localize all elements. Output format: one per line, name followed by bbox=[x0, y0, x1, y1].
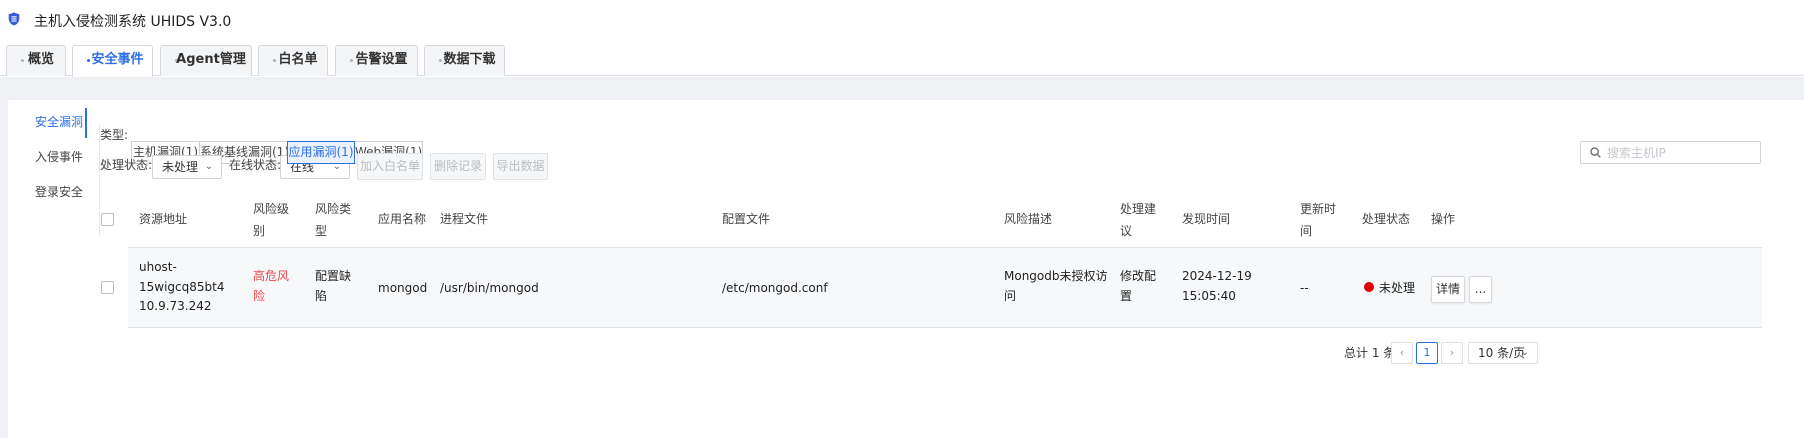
col-updated-time: 更新时间 bbox=[1300, 202, 1337, 238]
col-app-name: 应用名称 bbox=[378, 212, 427, 226]
sidebar-item-label: 入侵事件 bbox=[35, 150, 84, 164]
prev-page-button[interactable]: ‹ bbox=[1391, 342, 1413, 364]
col-process-file: 进程文件 bbox=[440, 212, 489, 226]
row-checkbox[interactable] bbox=[101, 281, 114, 294]
tab-security-events[interactable]: 安全事件 bbox=[72, 45, 153, 77]
col-risk-type: 风险类型 bbox=[315, 202, 352, 238]
col-operations: 操作 bbox=[1431, 212, 1456, 226]
cell-process-file: /usr/bin/mongod bbox=[440, 281, 539, 295]
sidebar-item-intrusion-events[interactable]: 入侵事件 bbox=[28, 142, 100, 172]
process-status-value: 未处理 bbox=[162, 160, 199, 174]
more-actions-button[interactable]: ... bbox=[1469, 276, 1492, 303]
cell-updated-time: -- bbox=[1300, 281, 1309, 295]
sidebar-item-login-security[interactable]: 登录安全 bbox=[28, 177, 100, 207]
tab-label: Agent管理 bbox=[176, 52, 246, 67]
delete-records-button[interactable]: 删除记录 bbox=[430, 153, 486, 180]
search-icon bbox=[1590, 147, 1601, 158]
type-app-vuln[interactable]: 应用漏洞(1) bbox=[287, 141, 355, 164]
col-advice: 处理建议 bbox=[1120, 202, 1157, 238]
process-status-label: 处理状态: bbox=[100, 158, 153, 172]
status-unprocessed-dot-icon bbox=[1364, 282, 1374, 292]
tab-overview[interactable]: 概览 bbox=[6, 45, 66, 76]
col-config-file: 配置文件 bbox=[722, 212, 771, 226]
tab-label: 数据下载 bbox=[443, 52, 496, 67]
page-1-button[interactable]: 1 bbox=[1416, 342, 1438, 364]
cell-risk-type: 配置缺陷 bbox=[315, 269, 352, 303]
cell-advice: 修改配置 bbox=[1120, 269, 1157, 303]
chevron-down-icon: ⌄ bbox=[1520, 347, 1529, 358]
cell-risk-level: 高危风险 bbox=[253, 269, 290, 303]
sidebar-item-label: 安全漏洞 bbox=[35, 115, 84, 129]
online-status-label: 在线状态: bbox=[229, 158, 282, 172]
select-all-checkbox[interactable] bbox=[101, 213, 114, 226]
host-ip-search[interactable] bbox=[1580, 141, 1761, 164]
cell-resource: uhost- 15wigcq85bt4 10.9.73.242 bbox=[139, 260, 225, 313]
shield-logo-icon bbox=[8, 12, 20, 26]
page-size-value: 10 条/页 bbox=[1478, 346, 1526, 360]
cell-config-file: /etc/mongod.conf bbox=[722, 281, 828, 295]
cell-found-time: 2024-12-19 15:05:40 bbox=[1182, 269, 1252, 303]
tab-alert-settings[interactable]: 告警设置 bbox=[335, 45, 418, 76]
table-row-divider bbox=[128, 327, 1762, 328]
detail-button[interactable]: 详情 bbox=[1431, 276, 1465, 303]
col-risk-desc: 风险描述 bbox=[1004, 212, 1053, 226]
page-size-select[interactable]: 10 条/页 ⌄ bbox=[1468, 342, 1538, 364]
app-title: 主机入侵检测系统 UHIDS V3.0 bbox=[34, 14, 232, 30]
side-nav-active-indicator bbox=[85, 108, 87, 138]
tab-label: 安全事件 bbox=[91, 52, 144, 67]
export-data-button[interactable]: 导出数据 bbox=[493, 153, 548, 180]
tab-label: 概览 bbox=[27, 52, 54, 67]
col-process-status: 处理状态 bbox=[1362, 212, 1411, 226]
process-status-select[interactable]: 未处理 ⌄ bbox=[152, 155, 222, 179]
col-resource: 资源地址 bbox=[139, 212, 188, 226]
pagination-total: 总计 1 条 bbox=[1344, 346, 1396, 360]
col-found-time: 发现时间 bbox=[1182, 212, 1231, 226]
sidebar-item-vulnerabilities[interactable]: 安全漏洞 bbox=[28, 107, 100, 141]
col-risk-level: 风险级别 bbox=[253, 202, 290, 238]
cell-risk-desc: Mongodb未授权访问 bbox=[1004, 269, 1108, 303]
chevron-down-icon: ⌄ bbox=[204, 161, 213, 172]
tab-label: 告警设置 bbox=[355, 52, 408, 67]
table-row bbox=[128, 248, 1762, 327]
sidebar-item-label: 登录安全 bbox=[35, 185, 84, 199]
main-tabs: 概览 安全事件 Agent管理 白名单 告警设置 数据下载 bbox=[0, 38, 1804, 77]
title-bar: 主机入侵检测系统 UHIDS V3.0 bbox=[0, 0, 1804, 38]
tab-data-download[interactable]: 数据下载 bbox=[424, 45, 505, 76]
cell-app-name: mongod bbox=[378, 281, 428, 295]
next-page-button[interactable]: › bbox=[1441, 342, 1463, 364]
cell-process-status: 未处理 bbox=[1379, 281, 1416, 295]
tab-whitelist[interactable]: 白名单 bbox=[258, 45, 328, 76]
type-filter-label: 类型: bbox=[100, 128, 129, 142]
add-whitelist-button[interactable]: 加入白名单 bbox=[357, 153, 423, 180]
tab-agent-management[interactable]: Agent管理 bbox=[160, 45, 252, 76]
tab-label: 白名单 bbox=[278, 52, 318, 67]
search-input[interactable] bbox=[1607, 143, 1757, 162]
